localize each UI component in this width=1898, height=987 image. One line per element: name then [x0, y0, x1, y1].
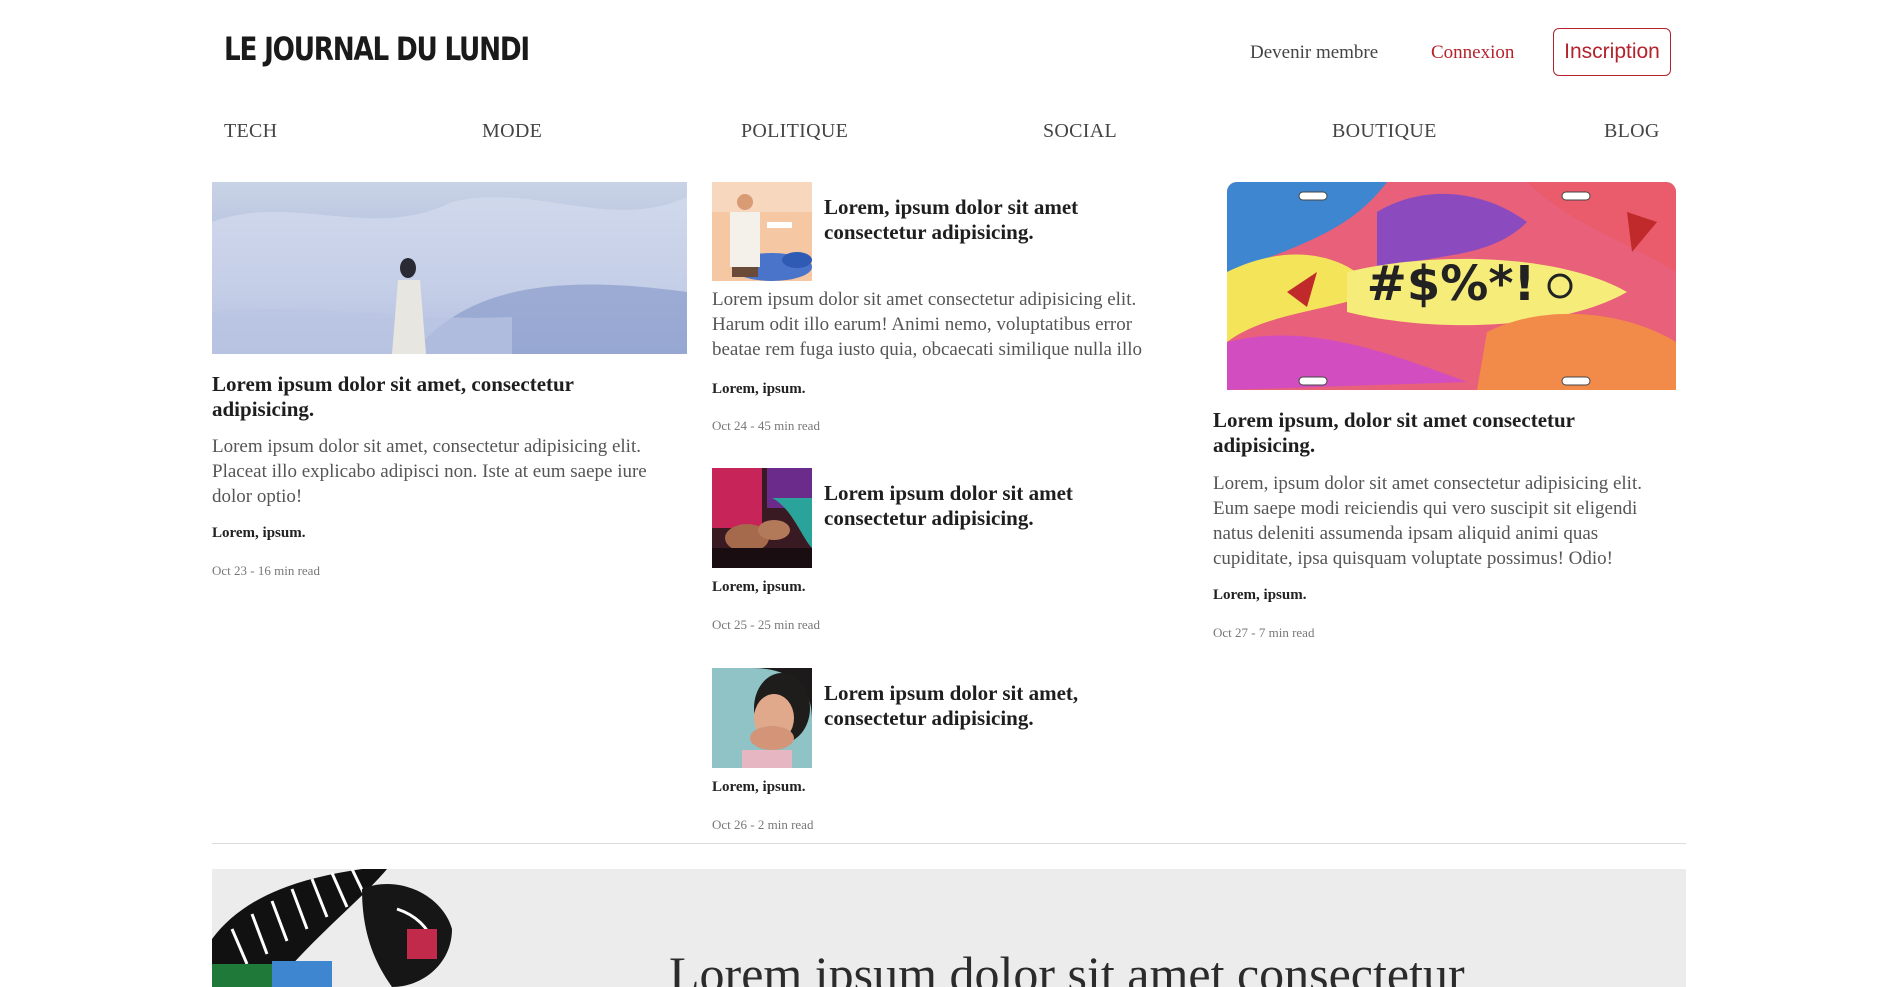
article-meta: Oct 27 - 7 min read [1213, 625, 1315, 640]
article-thumb-portrait[interactable] [712, 668, 812, 768]
article-title[interactable]: Lorem ipsum, dolor sit amet consectetur … [1213, 408, 1643, 458]
nav-item-boutique[interactable]: BOUTIQUE [1332, 120, 1437, 143]
article-meta: Oct 25 - 25 min read [712, 617, 820, 632]
article-author: Lorem, ipsum. [712, 579, 806, 595]
article-author: Lorem, ipsum. [712, 779, 806, 795]
nav-item-social[interactable]: SOCIAL [1043, 120, 1117, 143]
section-divider [212, 843, 1686, 844]
promo-artwork [212, 869, 454, 987]
nav-item-tech[interactable]: TECH [224, 120, 277, 143]
article-image-license-plate[interactable]: #$%*! [1227, 182, 1676, 390]
nav-item-blog[interactable]: BLOG [1604, 120, 1660, 143]
login-link[interactable]: Connexion [1431, 42, 1514, 64]
article-title[interactable]: Lorem, ipsum dolor sit amet consectetur … [824, 195, 1124, 245]
plate-text: #$%*! [1367, 256, 1536, 312]
main-nav: TECH MODE POLITIQUE SOCIAL BOUTIQUE BLOG [224, 120, 1671, 144]
nav-item-mode[interactable]: MODE [482, 120, 542, 143]
nav-item-politique[interactable]: POLITIQUE [741, 120, 848, 143]
promo-title: Lorem ipsum dolor sit amet consectetur [669, 946, 1465, 987]
article-excerpt: Lorem ipsum dolor sit amet consectetur a… [712, 289, 1142, 360]
signup-button[interactable]: Inscription [1553, 28, 1671, 76]
article-meta: Oct 26 - 2 min read [712, 817, 814, 832]
article-title[interactable]: Lorem ipsum dolor sit amet, consectetur … [824, 681, 1124, 731]
article-author: Lorem, ipsum. [212, 525, 306, 541]
promo-banner: Lorem ipsum dolor sit amet consectetur [212, 869, 1686, 987]
article-author: Lorem, ipsum. [712, 381, 806, 397]
article-thumb-hands[interactable] [712, 468, 812, 568]
site-logo[interactable]: LE JOURNAL DU LUNDI [224, 30, 530, 68]
article-thumb-illustration[interactable] [712, 182, 812, 281]
article-title[interactable]: Lorem ipsum dolor sit amet consectetur a… [824, 481, 1124, 531]
article-excerpt: Lorem ipsum dolor sit amet, consectetur … [212, 436, 647, 507]
article-meta: Oct 24 - 45 min read [712, 418, 820, 433]
become-member-link[interactable]: Devenir membre [1250, 42, 1378, 64]
article-meta: Oct 23 - 16 min read [212, 563, 320, 578]
page-container: LE JOURNAL DU LUNDI Devenir membre Conne… [212, 0, 1686, 987]
article-excerpt: Lorem, ipsum dolor sit amet consectetur … [1213, 473, 1642, 569]
article-image-glacier[interactable] [212, 182, 687, 354]
article-author: Lorem, ipsum. [1213, 587, 1307, 603]
article-title[interactable]: Lorem ipsum dolor sit amet, consectetur … [212, 372, 632, 422]
